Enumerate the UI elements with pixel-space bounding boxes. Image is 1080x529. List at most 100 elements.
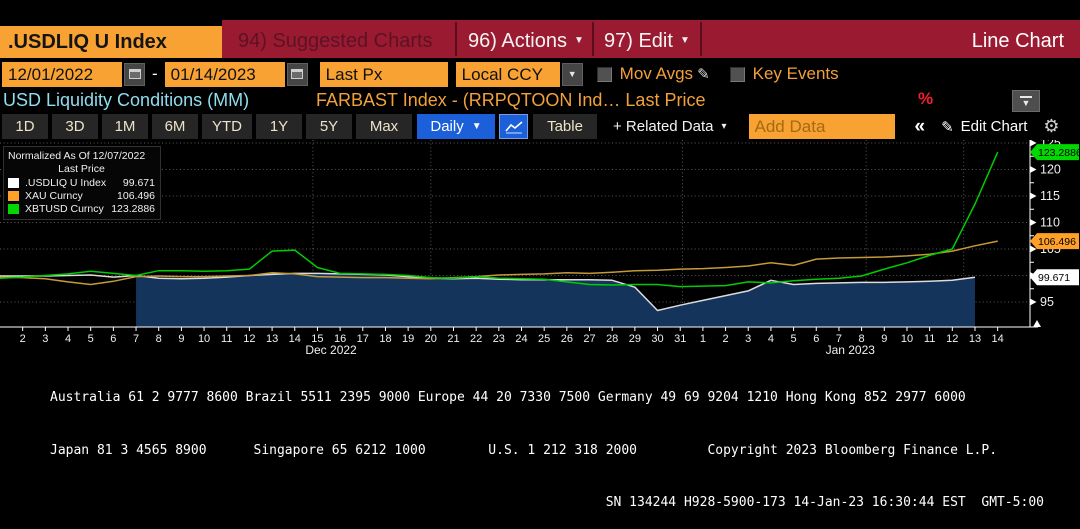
svg-text:99.671: 99.671 [1038,272,1070,284]
chart-area[interactable]: 2345678910111213141516171819202122232425… [0,140,1080,354]
footer-session-line: SN 134244 H928-5900-173 14-Jan-23 16:30:… [50,494,1080,512]
menu-suggested-charts[interactable]: 94) Suggested Charts [238,24,433,58]
svg-text:123.2886: 123.2886 [1038,147,1080,159]
legend-series-value: 123.2886 [111,203,155,215]
chart-type-label: Line Chart [972,24,1064,58]
chevron-down-icon: ▼ [680,24,690,58]
range-button-5y[interactable]: 5Y [306,114,352,139]
chart-legend[interactable]: Normalized As Of 12/07/2022 Last Price .… [3,146,161,220]
calendar-from-button[interactable] [124,63,145,86]
legend-series-name: XBTUSD Curncy [25,203,111,215]
price-badge-1: 106.496 [1030,233,1079,249]
legend-items: .USDLIQ U Index99.671XAU Curncy106.496XB… [8,176,155,215]
percent-toggle[interactable]: % [918,89,933,109]
chevron-down-icon: ▼ [568,69,577,79]
svg-text:6: 6 [110,333,116,345]
range-button-1m[interactable]: 1M [102,114,148,139]
legend-item[interactable]: .USDLIQ U Index99.671 [8,176,155,189]
title-bar-separator [592,22,594,56]
legend-swatch [8,204,19,214]
svg-text:24: 24 [515,333,527,345]
key-events-checkbox[interactable] [730,67,745,82]
svg-text:9: 9 [881,333,887,345]
edit-label: 97) Edit [604,24,673,58]
period-selector[interactable]: Daily ▼ [417,114,495,139]
svg-text:17: 17 [357,333,369,345]
chart-canvas: 2345678910111213141516171819202122232425… [0,140,1080,354]
add-data-input[interactable] [749,114,895,139]
related-data-button[interactable]: + Related Data ▾ [613,114,727,139]
svg-text:12: 12 [946,333,958,345]
svg-text:5: 5 [791,333,797,345]
svg-text:9: 9 [178,333,184,345]
gear-icon[interactable]: ⚙ [1043,116,1059,137]
legend-swatch [8,191,19,201]
key-events-label: Key Events [753,64,839,84]
price-badge-2: 123.2886 [1030,144,1080,160]
title-bar: .USDLIQ U Index 94) Suggested Charts 96)… [0,0,1080,58]
svg-text:7: 7 [133,333,139,345]
svg-text:22: 22 [470,333,482,345]
menu-actions[interactable]: 96) Actions ▼ [468,24,584,58]
controls-row: - Last Px Local CCY ▼ Mov Avgs ✎ Key Eve… [0,60,1080,88]
area-fill-usdliq [136,273,975,327]
date-from-input[interactable] [2,62,122,87]
svg-text:6: 6 [813,333,819,345]
currency-dropdown-button[interactable]: ▼ [562,63,583,86]
range-button-3d[interactable]: 3D [52,114,98,139]
range-button-ytd[interactable]: YTD [202,114,252,139]
table-view-button[interactable]: Table [533,114,597,139]
legend-series-name: XAU Curncy [25,190,117,202]
svg-text:31: 31 [674,333,686,345]
svg-text:11: 11 [924,333,935,345]
svg-text:10: 10 [901,333,913,345]
svg-text:25: 25 [538,333,550,345]
svg-text:14: 14 [992,333,1004,345]
legend-item[interactable]: XAU Curncy106.496 [8,189,155,202]
svg-text:120: 120 [1040,163,1061,177]
mov-avgs-checkbox[interactable] [597,67,612,82]
legend-swatch [8,178,19,188]
svg-text:14: 14 [289,333,301,345]
legend-normalized-label: Normalized As Of 12/07/2022 [8,150,155,163]
date-range-separator: - [152,64,158,84]
mov-avgs-label: Mov Avgs [620,64,693,84]
chevron-down-icon: ▼ [1022,100,1031,107]
ticker-tab[interactable]: .USDLIQ U Index [0,26,222,58]
price-field-selector[interactable]: Last Px [320,62,448,87]
title-bar-separator [700,22,702,56]
pencil-icon[interactable]: ✎ [697,65,710,83]
related-data-label: + Related Data [613,118,713,135]
range-button-6m[interactable]: 6M [152,114,198,139]
svg-text:3: 3 [745,333,751,345]
svg-text:28: 28 [606,333,618,345]
legend-series-name: .USDLIQ U Index [25,177,123,189]
date-to-input[interactable] [165,62,285,87]
svg-text:10: 10 [198,333,210,345]
range-button-1y[interactable]: 1Y [256,114,302,139]
calendar-icon [291,69,303,79]
chevron-down-icon: ▼ [472,121,482,132]
subtitle-row: USD Liquidity Conditions (MM) FARBAST In… [0,88,1080,113]
edit-chart-button[interactable]: ✎ Edit Chart [941,118,1027,136]
svg-text:26: 26 [561,333,573,345]
svg-text:4: 4 [65,333,71,345]
terminal-footer: Australia 61 2 9777 8600 Brazil 5511 239… [0,354,1080,529]
menu-edit[interactable]: 97) Edit ▼ [604,24,690,58]
range-button-1d[interactable]: 1D [2,114,48,139]
series-info: FARBAST Index - (RRPQTOON Ind… Last Pric… [316,90,705,111]
currency-selector[interactable]: Local CCY [456,62,560,87]
chart-toolbar: 1D3D1M6MYTD1Y5YMax Daily ▼ Table + Relat… [0,113,1080,140]
svg-text:20: 20 [425,333,437,345]
range-button-max[interactable]: Max [356,114,412,139]
title-bar-separator [455,22,457,56]
axis-options-dropdown-button[interactable]: ▼ [1012,90,1040,112]
legend-item[interactable]: XBTUSD Curncy123.2886 [8,202,155,215]
collapse-panel-button[interactable]: « [915,116,926,138]
svg-text:27: 27 [583,333,595,345]
line-chart-view-button[interactable] [499,114,528,139]
calendar-to-button[interactable] [287,63,308,86]
svg-text:12: 12 [243,333,255,345]
svg-text:13: 13 [266,333,278,345]
chevron-down-icon: ▼ [574,24,584,58]
